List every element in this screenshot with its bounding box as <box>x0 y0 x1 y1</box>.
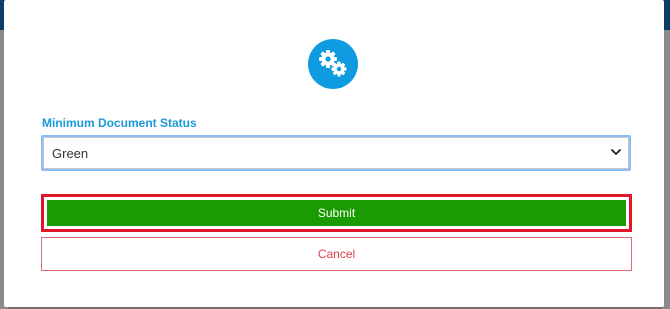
minimum-document-status-select[interactable]: Green <box>43 137 629 169</box>
settings-modal: Minimum Document Status Green Submit Can… <box>4 0 664 307</box>
minimum-document-status-label: Minimum Document Status <box>42 116 197 130</box>
cancel-button[interactable]: Cancel <box>41 237 632 271</box>
minimum-document-status-select-wrapper: Green <box>41 135 631 171</box>
submit-button[interactable]: Submit <box>47 200 626 226</box>
gears-icon <box>308 39 358 89</box>
submit-highlight-frame: Submit <box>41 194 632 232</box>
